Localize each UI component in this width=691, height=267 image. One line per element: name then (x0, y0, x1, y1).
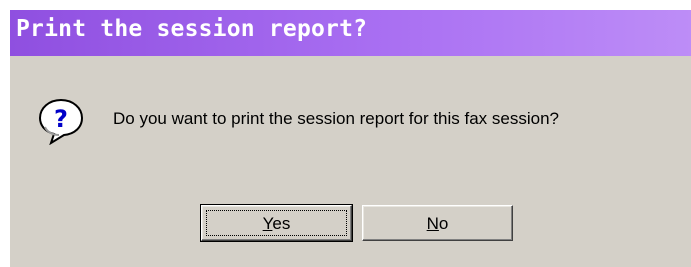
question-icon: ? (38, 98, 84, 145)
dialog-message: Do you want to print the session report … (113, 109, 560, 128)
print-session-report-dialog: Print the session report? ? Do you want … (9, 9, 691, 267)
no-button-label: No (426, 214, 449, 233)
title-bar[interactable]: Print the session report? (10, 10, 691, 56)
dialog-title: Print the session report? (16, 16, 368, 42)
no-button[interactable]: No (362, 205, 513, 241)
yes-button-label: Yes (262, 214, 291, 233)
svg-text:?: ? (54, 105, 68, 133)
yes-button[interactable]: Yes (200, 204, 353, 242)
